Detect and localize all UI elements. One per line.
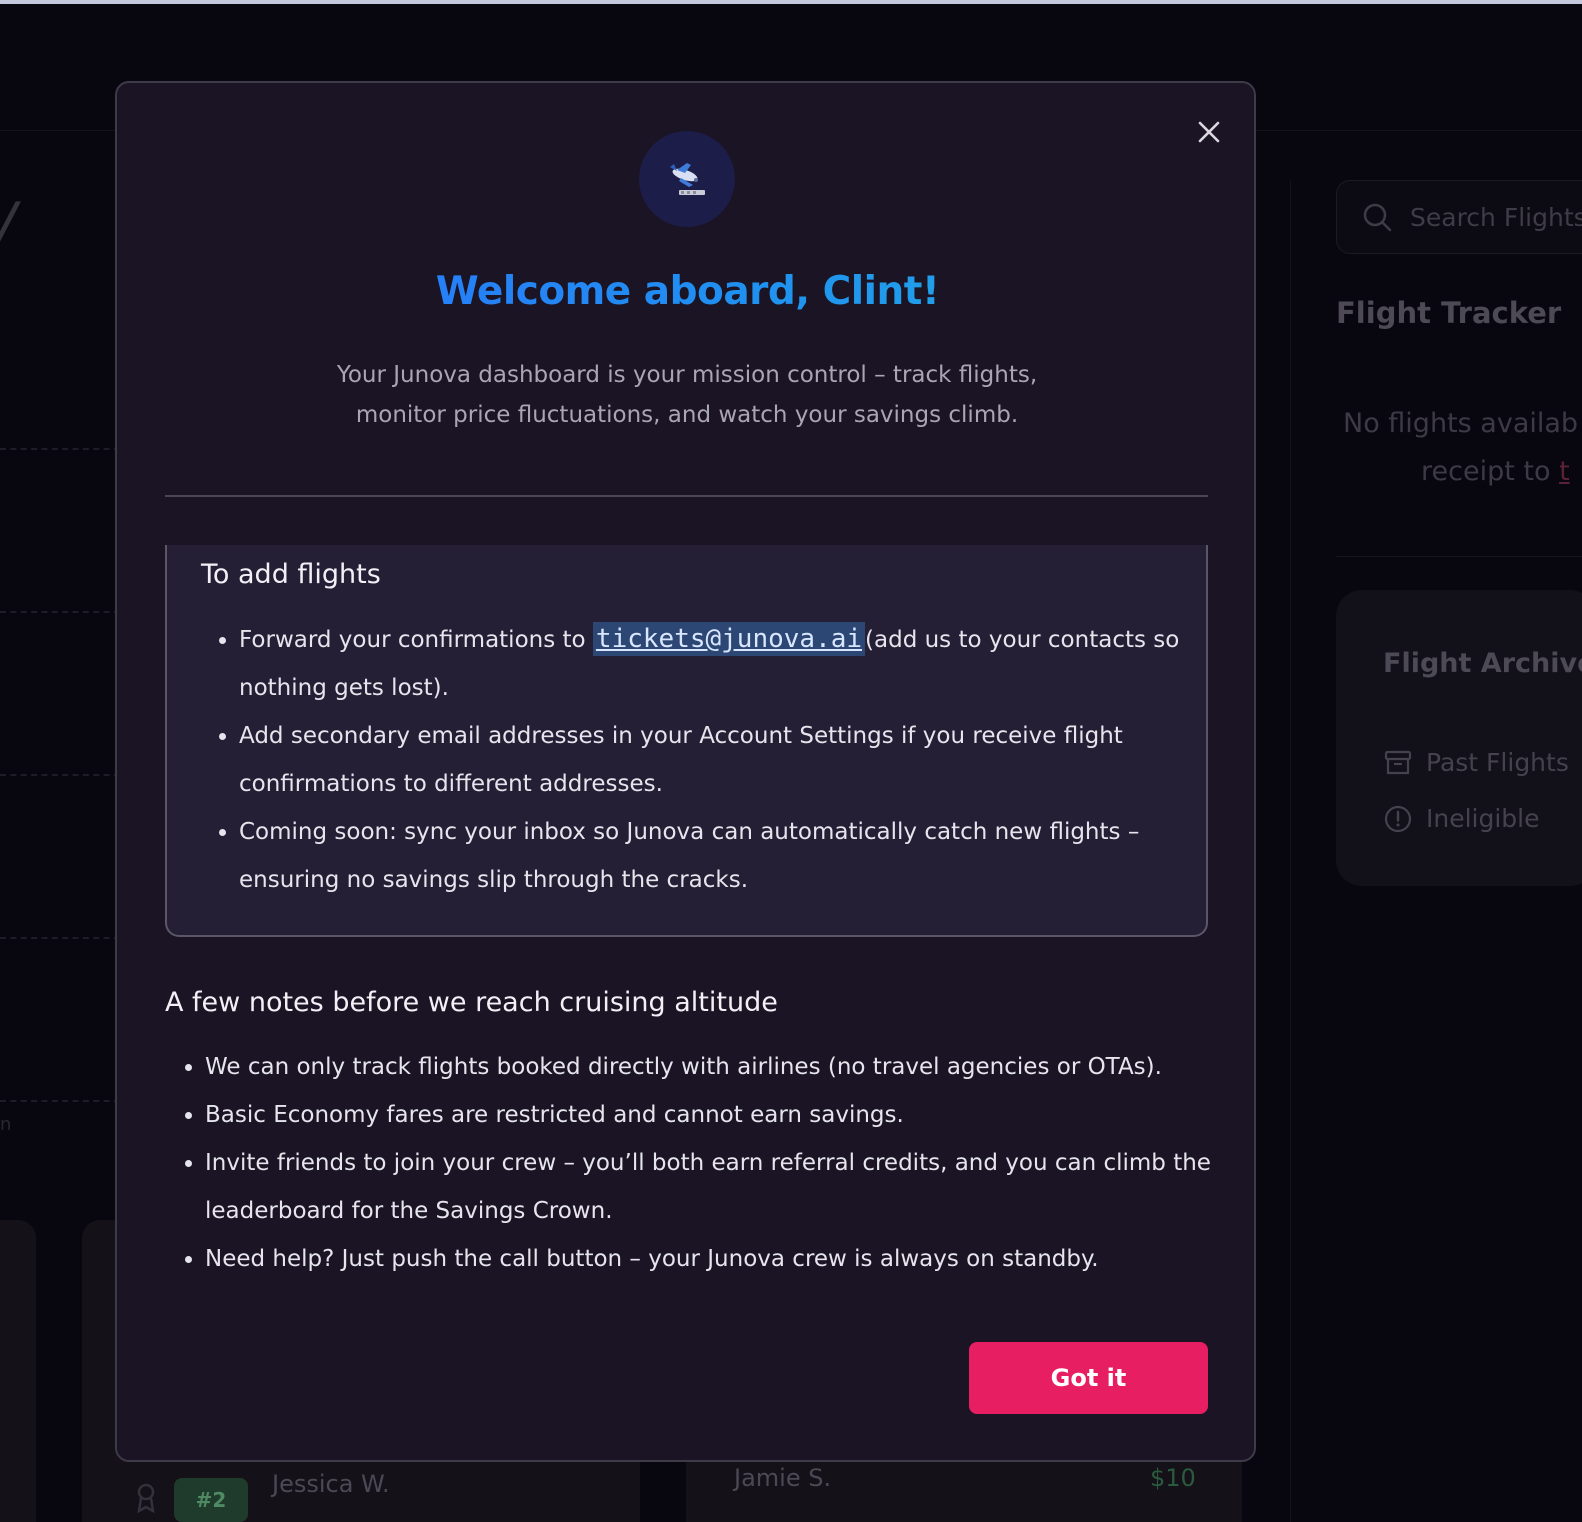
add-flights-title: To add flights [201,559,381,590]
list-item: Coming soon: sync your inbox so Junova c… [239,808,1199,904]
chart-axis-label-fragment: n [0,1114,12,1135]
chart-gridline [0,937,120,939]
subtitle-line: monitor price fluctuations, and watch yo… [355,402,1019,428]
chart-gridline [0,1100,120,1102]
sidebar-divider [1290,180,1291,1522]
list-item: We can only track flights booked directl… [205,1043,1215,1091]
welcome-subtitle: Your Junova dashboard is your mission co… [287,355,1087,435]
add-flights-list: Forward your confirmations to tickets@ju… [239,615,1199,904]
chart-gridline [0,774,120,776]
empty-state-text-2: receipt to t [1421,456,1570,487]
welcome-heading: Welcome aboard, Clint! [117,269,1258,314]
list-item: Need help? Just push the call button – y… [205,1235,1215,1283]
leaderboard-name-2: Jamie S. [734,1464,832,1492]
chart-gridline [0,611,120,613]
empty-state-text-prefix: receipt to [1421,456,1560,487]
archive-item-label: Ineligible [1426,804,1540,833]
flight-archive-title: Flight Archive [1383,648,1582,679]
got-it-button[interactable]: Got it [969,1342,1208,1414]
archive-item-past-flights[interactable]: Past Flights [1384,748,1569,777]
search-icon [1363,203,1392,232]
list-item: Add secondary email addresses in your Ac… [239,712,1199,808]
ribbon-icon [135,1483,157,1514]
list-item: Forward your confirmations to tickets@ju… [239,615,1199,712]
welcome-modal: Welcome aboard, Clint! Your Junova dashb… [115,81,1256,1462]
search-placeholder: Search Flights [1410,203,1582,232]
add-flights-panel: To add flights Forward your confirmation… [165,545,1208,937]
empty-state-text: No flights availab [1343,408,1579,439]
list-item: Basic Economy fares are restricted and c… [205,1091,1215,1139]
airplane-avatar [639,131,735,227]
notes-list: We can only track flights booked directl… [205,1043,1215,1283]
archive-box-icon [1384,750,1412,774]
archive-item-label: Past Flights [1426,748,1569,777]
tracker-divider [1336,556,1582,557]
chart-gridline [0,448,120,450]
support-email-link[interactable]: tickets@junova.ai [592,622,866,656]
flight-tracker-title: Flight Tracker [1336,296,1562,330]
background-card [0,1220,36,1522]
archive-item-ineligible[interactable]: Ineligible [1384,804,1540,833]
list-item-text: Forward your confirmations to [239,627,593,653]
notes-title: A few notes before we reach cruising alt… [165,987,778,1018]
list-item: Invite friends to join your crew – you’l… [205,1139,1215,1235]
airplane-icon [670,163,705,195]
flight-archive-card [1336,590,1582,886]
subtitle-line: Your Junova dashboard is your mission co… [336,362,1038,388]
empty-state-link[interactable]: t [1559,456,1570,487]
close-icon[interactable] [1194,117,1224,147]
section-divider [165,495,1208,497]
leaderboard-amount-2: $10 [1150,1464,1196,1492]
leaderboard-rank-badge: #2 [174,1478,248,1522]
leaderboard-name: Jessica W. [272,1470,390,1498]
alert-circle-icon [1384,805,1412,832]
